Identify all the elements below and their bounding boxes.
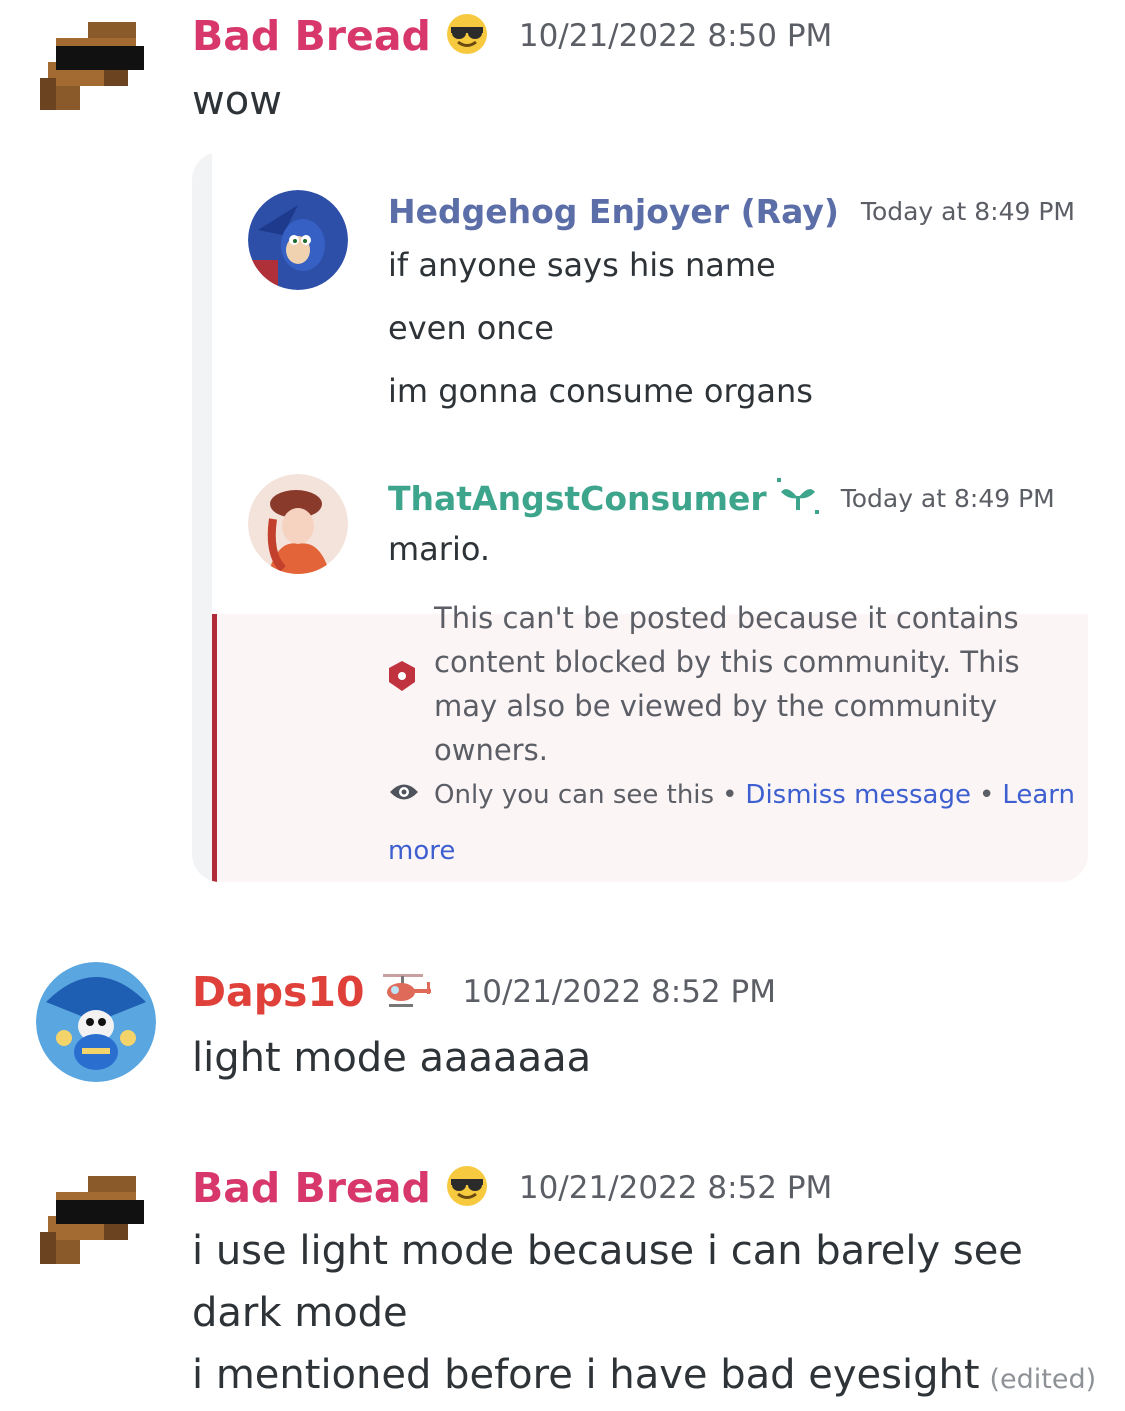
only-you-label: Only you can see this xyxy=(434,780,715,810)
timestamp[interactable]: 10/21/2022 8:52 PM xyxy=(463,974,776,1010)
edited-label: (edited) xyxy=(989,1364,1097,1395)
embed-username[interactable]: Hedgehog Enjoyer (Ray) xyxy=(388,192,839,231)
blocked-message-text: mario. xyxy=(388,530,491,568)
message-text: dark mode xyxy=(192,1290,408,1336)
embed-timestamp: Today at 8:49 PM xyxy=(840,483,1055,513)
notice-line: content blocked by this community. This xyxy=(434,645,1020,679)
shield-icon xyxy=(388,660,416,696)
eye-icon xyxy=(388,780,420,810)
embed-line: if anyone says his name xyxy=(388,246,776,284)
daps-avatar[interactable] xyxy=(36,962,156,1082)
sprout-icon xyxy=(776,476,819,520)
bullet: • xyxy=(722,780,738,810)
learn-more-link[interactable]: Learn xyxy=(1002,780,1075,810)
embed-timestamp: Today at 8:49 PM xyxy=(860,197,1075,226)
embed-line: even once xyxy=(388,309,554,347)
username[interactable]: Daps10 xyxy=(192,968,365,1016)
sunglasses-emoji-icon xyxy=(445,12,489,60)
hedgehog-avatar[interactable] xyxy=(248,190,348,290)
notice-line: may also be viewed by the community xyxy=(434,689,998,723)
bread-avatar[interactable] xyxy=(40,1168,152,1280)
bread-avatar[interactable] xyxy=(40,14,152,126)
timestamp[interactable]: 10/21/2022 8:50 PM xyxy=(519,18,832,54)
embed-username[interactable]: ThatAngstConsumer xyxy=(388,479,767,518)
learn-more-link-continued[interactable]: more xyxy=(388,836,455,866)
message-text-line: i mentioned before i have bad eyesight xyxy=(192,1352,980,1398)
message-text: light mode aaaaaaa xyxy=(192,1035,592,1081)
bullet: • xyxy=(978,780,995,810)
message-text: i use light mode because i can barely se… xyxy=(192,1228,1023,1274)
sunglasses-emoji-icon xyxy=(445,1164,489,1212)
message-text: i mentioned before i have bad eyesight (e… xyxy=(192,1352,1096,1398)
notice-line: This can't be posted because it contains xyxy=(434,601,1019,635)
username[interactable]: Bad Bread xyxy=(192,12,431,60)
username[interactable]: Bad Bread xyxy=(192,1164,431,1212)
angst-avatar[interactable] xyxy=(248,474,348,574)
embedded-screenshot[interactable]: Hedgehog Enjoyer (Ray) Today at 8:49 PM … xyxy=(192,152,1088,882)
ephemeral-footer: Only you can see this • Dismiss message … xyxy=(388,780,1075,810)
message-text: wow xyxy=(192,78,282,124)
dismiss-message-link[interactable]: Dismiss message xyxy=(745,780,971,810)
timestamp[interactable]: 10/21/2022 8:52 PM xyxy=(519,1170,832,1206)
embed-line: im gonna consume organs xyxy=(388,372,813,410)
helicopter-emoji-icon xyxy=(379,968,433,1016)
notice-line: owners. xyxy=(434,733,548,767)
blocked-notice: This can't be posted because it contains… xyxy=(434,596,1020,772)
